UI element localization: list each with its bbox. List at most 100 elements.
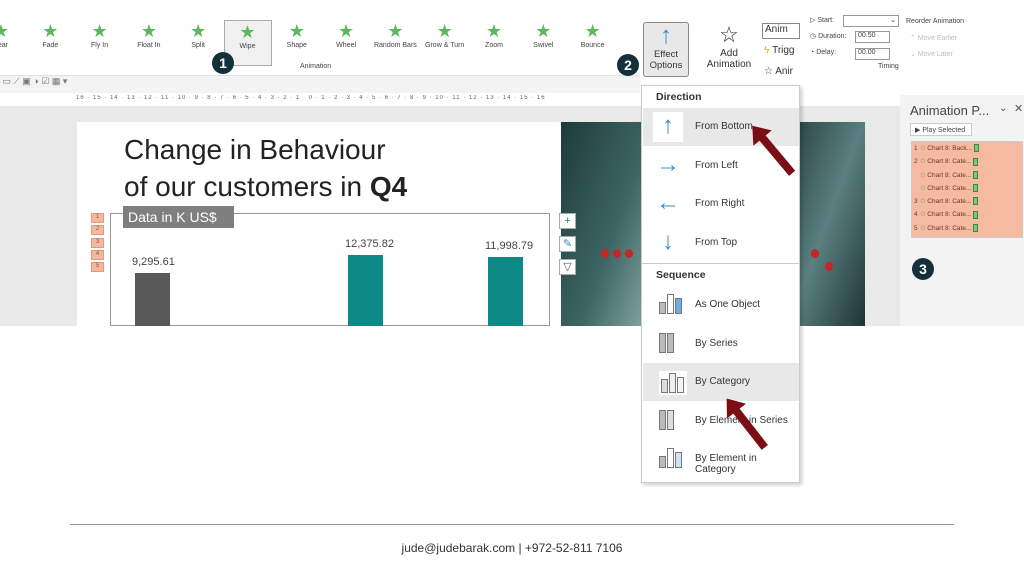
drawing-toolbar: ▭ ⟋ ▣ ◑ ☑ ▦ ▾ — [0, 76, 640, 93]
star-icon: ✩ — [920, 184, 926, 192]
pane-options-chevron-icon[interactable]: ⌄ — [999, 103, 1007, 114]
star-icon: ★ — [436, 21, 453, 41]
star-icon: ★ — [190, 21, 207, 41]
effect-label: Split — [191, 42, 205, 49]
by-series-icon — [659, 333, 675, 353]
trigger-button[interactable]: ϟ Trigg — [764, 45, 800, 56]
animation-effect-swivel[interactable]: ★ Swivel — [519, 20, 567, 66]
chart-frame[interactable] — [110, 213, 550, 326]
duration-input[interactable]: 00.50 — [855, 31, 890, 43]
menu-item-from-top[interactable]: ↓ From Top — [643, 224, 799, 262]
close-pane-icon[interactable]: ✕ — [1014, 102, 1023, 115]
reorder-label: Reorder Animation — [906, 18, 964, 25]
animation-effect-zoom[interactable]: ★ Zoom — [470, 20, 518, 66]
timing-bar-icon — [973, 170, 979, 179]
animation-effect-fly-in[interactable]: ★ Fly In — [76, 20, 124, 66]
animation-list-item[interactable]: 4 ✩ Chart 8: Cate... — [912, 208, 1022, 221]
animation-effect-pear[interactable]: ★pear — [0, 20, 25, 66]
star-icon: ✩ — [920, 158, 926, 166]
chart-elements-plus-icon[interactable]: + — [559, 213, 576, 229]
arrow-left-icon: ← — [656, 189, 680, 216]
chart-filter-icon[interactable]: ▽ — [559, 259, 576, 275]
play-selected-button[interactable]: ▶ Play Selected — [910, 123, 972, 136]
effect-options-button[interactable]: ↑ Effect Options — [643, 22, 689, 77]
animation-effect-shape[interactable]: ★ Shape — [273, 20, 321, 66]
star-icon: ★ — [239, 22, 256, 42]
start-label: ▷ Start: — [810, 17, 835, 24]
animation-order-tag[interactable]: 5 — [91, 262, 104, 273]
menu-item-by-category[interactable]: By Category — [643, 363, 799, 401]
animation-effect-random-bars[interactable]: ★ Random Bars — [371, 20, 419, 66]
animation-list-item[interactable]: ✩ Chart 8: Cate... — [912, 169, 1022, 182]
lightning-icon: ϟ — [764, 45, 770, 56]
bar-value-label: 12,375.82 — [345, 238, 394, 250]
animation-order-tag[interactable]: 1 — [91, 213, 104, 223]
move-later-button[interactable]: ⌄ Move Later — [910, 50, 953, 58]
chart-styles-brush-icon[interactable]: ✎ — [559, 236, 576, 252]
delay-label: ◔ Delay: — [810, 49, 837, 56]
animation-effect-bounce[interactable]: ★ Bounce — [569, 20, 617, 66]
chart-bar[interactable] — [135, 272, 170, 326]
label: Anir — [775, 66, 793, 77]
effect-label: Shape — [286, 42, 307, 49]
effect-label: Grow & Turn — [425, 42, 465, 49]
arrow-up-icon: ↑ — [660, 22, 672, 49]
animation-order-tag[interactable]: 2 — [91, 225, 104, 236]
as-one-object-icon — [659, 294, 683, 314]
animation-effect-wheel[interactable]: ★ Wheel — [322, 20, 370, 66]
chart-bar[interactable] — [348, 255, 383, 326]
timing-bar-icon — [974, 144, 980, 153]
menu-item-as-one-object[interactable]: As One Object — [643, 286, 799, 324]
animation-list[interactable]: 1 ✩ Chart 8: Back... 2 ✩ Chart 8: Cate... ✩ … — [911, 141, 1023, 238]
menu-item-by-element-in-category[interactable]: By Element in Category — [643, 440, 799, 478]
duration-label: ◷ Duration: — [810, 33, 847, 40]
add-animation-button[interactable]: ☆ Add Animation — [698, 22, 760, 77]
animation-effect-float-in[interactable]: ★ Float In — [125, 20, 173, 66]
animation-list-item[interactable]: 5 ✩ Chart 8: Cate... — [912, 222, 1022, 235]
timing-bar-icon — [973, 224, 979, 233]
star-brush-icon: ☆ — [764, 66, 773, 77]
sequence-header: Sequence — [656, 269, 706, 281]
star-plus-icon: ☆ — [719, 22, 739, 47]
arrow-up-icon: ↑ — [653, 112, 683, 142]
data-unit-label: Data in K US$ — [123, 206, 234, 228]
label: Trigg — [772, 45, 795, 56]
menu-item-from-bottom[interactable]: ↑ From Bottom — [643, 108, 799, 146]
animation-list-item[interactable]: 2 ✩ Chart 8: Cate... — [912, 155, 1022, 168]
step-badge-3: 3 — [912, 258, 934, 280]
chart-bar[interactable] — [488, 257, 523, 326]
animation-list-item[interactable]: 1 ✩ Chart 8: Back... — [912, 142, 1022, 155]
menu-item-from-right[interactable]: ← From Right — [643, 185, 799, 223]
animation-order-tag[interactable]: 3 — [91, 237, 104, 248]
effect-label: pear — [0, 42, 8, 49]
by-element-in-series-icon — [659, 410, 675, 430]
arrow-right-icon: → — [656, 151, 680, 178]
animation-list-item[interactable]: 3 ✩ Chart 8: Cate... — [912, 195, 1022, 208]
star-icon: ✩ — [920, 198, 926, 206]
animation-painter-button[interactable]: ☆ Anir — [764, 66, 800, 77]
star-icon: ✩ — [920, 171, 926, 179]
effect-label: Float In — [137, 42, 161, 49]
star-icon: ★ — [584, 21, 601, 41]
menu-item-by-series[interactable]: By Series — [643, 325, 799, 363]
animation-effect-grow-turn[interactable]: ★ Grow & Turn — [421, 20, 469, 66]
timing-bar-icon — [973, 184, 979, 193]
step-badge-2: 2 — [617, 54, 639, 76]
timing-group-label: Timing — [878, 63, 899, 70]
star-icon: ✩ — [920, 224, 926, 232]
star-icon: ★ — [535, 21, 552, 41]
move-earlier-button[interactable]: ⌃ Move Earlier — [910, 34, 957, 42]
delay-input[interactable]: 00.00 — [855, 48, 890, 60]
step-badge-1: 1 — [212, 52, 234, 74]
effect-label: Wheel — [336, 42, 357, 49]
animation-list-item[interactable]: ✩ Chart 8: Cate... — [912, 182, 1022, 195]
animation-pane-button[interactable]: Anim — [762, 23, 800, 39]
star-icon: ★ — [0, 21, 10, 41]
animation-effect-fade[interactable]: ★ Fade — [26, 20, 74, 66]
timing-group: ▷ Start: ⌄ ◷ Duration: 00.50 ◔ Delay: 00… — [800, 12, 1024, 76]
animation-order-tag[interactable]: 4 — [91, 249, 104, 260]
effect-label: Fly In — [91, 42, 109, 49]
start-dropdown[interactable]: ⌄ — [843, 15, 899, 27]
footer-divider — [70, 524, 954, 525]
direction-header: Direction — [656, 91, 702, 103]
